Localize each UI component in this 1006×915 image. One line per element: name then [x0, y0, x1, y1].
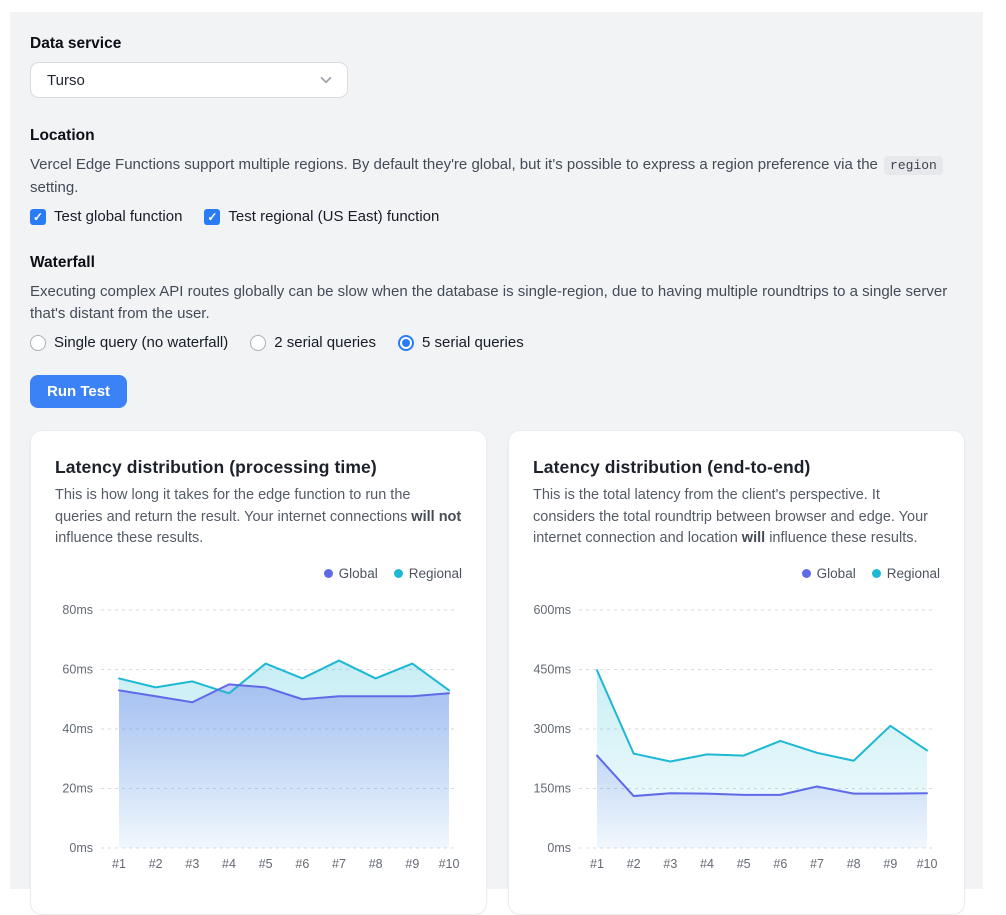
svg-text:#3: #3 — [663, 857, 677, 871]
global-legend-dot-icon — [324, 569, 333, 578]
global-legend-dot-icon — [802, 569, 811, 578]
location-heading: Location — [30, 127, 963, 145]
chart-description: This is the total latency from the clien… — [533, 485, 940, 550]
waterfall-radio-row: Single query (no waterfall) 2 serial que… — [30, 334, 963, 351]
svg-text:#1: #1 — [112, 857, 126, 871]
chart-title: Latency distribution (processing time) — [55, 457, 462, 478]
chart-description-bold: will not — [411, 509, 461, 525]
svg-text:40ms: 40ms — [62, 722, 93, 736]
svg-text:#6: #6 — [773, 857, 787, 871]
waterfall-description: Executing complex API routes globally ca… — [30, 281, 955, 325]
latency-chart-end-to-end[interactable]: 0ms 150ms 300ms 450ms 600ms #1 #2 #3 #4 #5 #6 #7 #8 #… — [533, 587, 940, 892]
location-section: Location Vercel Edge Functions support m… — [30, 127, 963, 225]
radio-5-serial-queries[interactable]: 5 serial queries — [398, 334, 524, 351]
radio-single-query[interactable]: Single query (no waterfall) — [30, 334, 228, 351]
checkbox-checked-icon[interactable]: ✓ — [204, 209, 220, 225]
svg-text:#5: #5 — [259, 857, 273, 871]
svg-text:#2: #2 — [149, 857, 163, 871]
checkbox-test-global-function[interactable]: ✓ Test global function — [30, 208, 182, 225]
radio-unselected-icon[interactable] — [30, 335, 46, 351]
svg-text:#6: #6 — [295, 857, 309, 871]
radio-label: 5 serial queries — [422, 334, 524, 351]
svg-text:0ms: 0ms — [69, 841, 93, 855]
checkbox-label: Test global function — [54, 208, 182, 225]
svg-text:#4: #4 — [700, 857, 714, 871]
svg-text:#5: #5 — [737, 857, 751, 871]
svg-text:#4: #4 — [222, 857, 236, 871]
chart-legend: Global Regional — [533, 566, 940, 581]
latency-chart-processing-time[interactable]: 0ms 20ms 40ms 60ms 80ms #1 #2 #3 #4 #5 #6 #7 #8 #9 #10 — [55, 587, 462, 892]
end-to-end-card: Latency distribution (end-to-end) This i… — [508, 430, 965, 915]
svg-text:#10: #10 — [439, 857, 460, 871]
page-panel: Data service Turso Location Vercel Edge … — [10, 12, 983, 889]
legend-label: Global — [339, 566, 378, 581]
svg-text:#1: #1 — [590, 857, 604, 871]
chevron-down-icon — [317, 71, 335, 89]
svg-text:0ms: 0ms — [547, 841, 571, 855]
regional-legend-dot-icon — [394, 569, 403, 578]
processing-time-card: Latency distribution (processing time) T… — [30, 430, 487, 915]
svg-text:#3: #3 — [185, 857, 199, 871]
charts-row: Latency distribution (processing time) T… — [30, 430, 963, 915]
chart-legend: Global Regional — [55, 566, 462, 581]
location-description-text-2: setting. — [30, 179, 78, 196]
waterfall-section: Waterfall Executing complex API routes g… — [30, 254, 963, 351]
svg-text:#8: #8 — [369, 857, 383, 871]
svg-text:#9: #9 — [405, 857, 419, 871]
svg-text:450ms: 450ms — [533, 662, 571, 676]
region-code-chip: region — [884, 156, 943, 175]
svg-text:#10: #10 — [917, 857, 938, 871]
checkbox-checked-icon[interactable]: ✓ — [30, 209, 46, 225]
svg-text:600ms: 600ms — [533, 603, 571, 617]
legend-item-regional[interactable]: Regional — [394, 566, 462, 581]
regional-legend-dot-icon — [872, 569, 881, 578]
data-service-selected-value: Turso — [47, 72, 85, 89]
checkbox-label: Test regional (US East) function — [228, 208, 439, 225]
legend-label: Regional — [409, 566, 462, 581]
svg-text:#2: #2 — [627, 857, 641, 871]
waterfall-heading: Waterfall — [30, 254, 963, 272]
svg-text:300ms: 300ms — [533, 722, 571, 736]
legend-label: Regional — [887, 566, 940, 581]
legend-item-global[interactable]: Global — [324, 566, 378, 581]
svg-text:60ms: 60ms — [62, 662, 93, 676]
chart-description-text-1: This is how long it takes for the edge f… — [55, 487, 411, 525]
radio-label: Single query (no waterfall) — [54, 334, 228, 351]
legend-item-regional[interactable]: Regional — [872, 566, 940, 581]
location-checkbox-row: ✓ Test global function ✓ Test regional (… — [30, 208, 963, 225]
svg-text:#8: #8 — [847, 857, 861, 871]
radio-selected-icon[interactable] — [398, 335, 414, 351]
radio-2-serial-queries[interactable]: 2 serial queries — [250, 334, 376, 351]
svg-text:#7: #7 — [332, 857, 346, 871]
chart-title: Latency distribution (end-to-end) — [533, 457, 940, 478]
form-content: Data service Turso Location Vercel Edge … — [10, 12, 983, 915]
chart-description-bold: will — [742, 530, 765, 546]
svg-text:20ms: 20ms — [62, 781, 93, 795]
svg-text:150ms: 150ms — [533, 781, 571, 795]
radio-unselected-icon[interactable] — [250, 335, 266, 351]
chart-description-text-2: influence these results. — [55, 530, 203, 546]
chart-description-text-2: influence these results. — [765, 530, 917, 546]
location-description-text-1: Vercel Edge Functions support multiple r… — [30, 156, 878, 173]
svg-text:80ms: 80ms — [62, 603, 93, 617]
legend-label: Global — [817, 566, 856, 581]
data-service-heading: Data service — [30, 35, 963, 53]
radio-label: 2 serial queries — [274, 334, 376, 351]
chart-description: This is how long it takes for the edge f… — [55, 485, 462, 550]
checkbox-test-regional-function[interactable]: ✓ Test regional (US East) function — [204, 208, 439, 225]
svg-text:#9: #9 — [883, 857, 897, 871]
legend-item-global[interactable]: Global — [802, 566, 856, 581]
location-description: Vercel Edge Functions support multiple r… — [30, 154, 963, 199]
data-service-select[interactable]: Turso — [30, 62, 348, 98]
svg-text:#7: #7 — [810, 857, 824, 871]
run-test-button[interactable]: Run Test — [30, 375, 127, 408]
